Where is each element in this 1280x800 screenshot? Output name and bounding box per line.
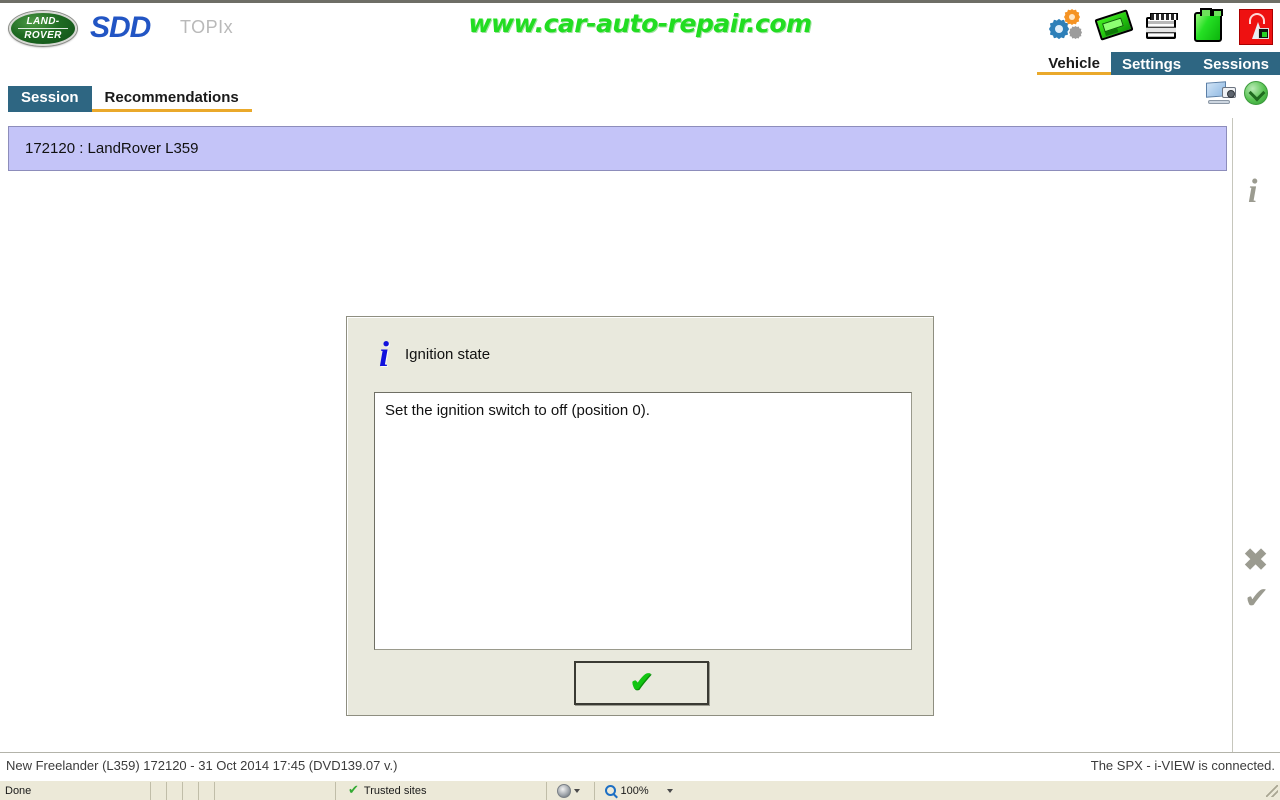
dialog-message-box: Set the ignition switch to off (position… bbox=[374, 392, 912, 650]
status-segment bbox=[182, 781, 198, 800]
status-vehicle-info: New Freelander (L359) 172120 - 31 Oct 20… bbox=[6, 758, 398, 773]
app-status-bar: New Freelander (L359) 172120 - 31 Oct 20… bbox=[0, 752, 1280, 778]
session-banner-label: 172120 : LandRover L359 bbox=[25, 140, 199, 157]
security-zone[interactable]: ✔ Trusted sites bbox=[335, 781, 427, 800]
fluid-container-icon[interactable] bbox=[1188, 5, 1228, 47]
status-segment bbox=[166, 781, 182, 800]
tab-vehicle[interactable]: Vehicle bbox=[1037, 52, 1111, 75]
trusted-check-icon: ✔ bbox=[348, 783, 359, 798]
resize-grip[interactable] bbox=[1266, 784, 1278, 797]
ignition-state-dialog: i Ignition state Set the ignition switch… bbox=[346, 316, 934, 716]
magnifier-icon bbox=[605, 785, 617, 796]
security-zone-label: Trusted sites bbox=[363, 784, 427, 797]
application-window: LAND- ROVER SDD TOPIx www.car-auto-repai… bbox=[0, 0, 1280, 800]
back-icon[interactable] bbox=[1244, 81, 1268, 105]
dialog-message: Set the ignition switch to off (position… bbox=[385, 402, 650, 419]
tab-settings[interactable]: Settings bbox=[1110, 52, 1193, 75]
top-nav-tabs: Vehicle Settings Sessions bbox=[1037, 52, 1280, 75]
info-icon[interactable]: i bbox=[1248, 173, 1257, 211]
session-banner: 172120 : LandRover L359 bbox=[8, 126, 1227, 171]
wireless-connection-icon[interactable] bbox=[1235, 5, 1275, 47]
dialog-title: Ignition state bbox=[405, 345, 491, 363]
sidebar-item-session[interactable]: Session bbox=[8, 86, 92, 112]
sub-tab-group: Session Recommendations bbox=[8, 86, 252, 112]
status-segment bbox=[150, 781, 166, 800]
right-rail: i ✖ ✔ bbox=[1236, 118, 1280, 752]
sidebar-item-recommendations[interactable]: Recommendations bbox=[91, 86, 252, 112]
screenshot-icon[interactable] bbox=[1206, 80, 1236, 106]
dialog-title-row: i Ignition state bbox=[379, 334, 491, 374]
gears-icon[interactable] bbox=[1047, 5, 1087, 47]
status-segment bbox=[198, 781, 214, 800]
privacy-icon bbox=[557, 783, 572, 798]
status-segment bbox=[214, 781, 230, 800]
check-icon: ✔ bbox=[628, 665, 655, 700]
chevron-down-icon[interactable] bbox=[574, 788, 581, 793]
main-content: 172120 : LandRover L359 i ✖ ✔ i Ignition… bbox=[0, 118, 1280, 752]
cancel-icon[interactable]: ✖ bbox=[1243, 543, 1268, 578]
browser-state-label: Done bbox=[5, 784, 32, 797]
sub-tab-icon-group bbox=[1206, 80, 1268, 106]
dialog-info-icon: i bbox=[379, 334, 390, 374]
status-connection-info: The SPX - i-VIEW is connected. bbox=[1090, 758, 1275, 773]
vci-icon[interactable] bbox=[1094, 5, 1134, 47]
header-icon-group bbox=[1047, 5, 1275, 47]
ok-button[interactable]: ✔ bbox=[574, 661, 709, 705]
app-header: LAND- ROVER SDD TOPIx www.car-auto-repai… bbox=[0, 0, 1280, 79]
sub-tab-bar: Session Recommendations bbox=[0, 78, 1280, 118]
battery-icon[interactable] bbox=[1141, 5, 1181, 47]
chevron-down-icon[interactable] bbox=[666, 788, 673, 793]
tab-sessions[interactable]: Sessions bbox=[1192, 52, 1280, 75]
privacy-control[interactable] bbox=[546, 781, 581, 800]
zoom-control[interactable]: 100% bbox=[594, 781, 673, 800]
zoom-level-label: 100% bbox=[620, 784, 649, 797]
confirm-icon[interactable]: ✔ bbox=[1244, 581, 1269, 616]
content-divider bbox=[1232, 118, 1233, 752]
browser-status-bar: Done ✔ Trusted sites 100% bbox=[0, 780, 1280, 800]
